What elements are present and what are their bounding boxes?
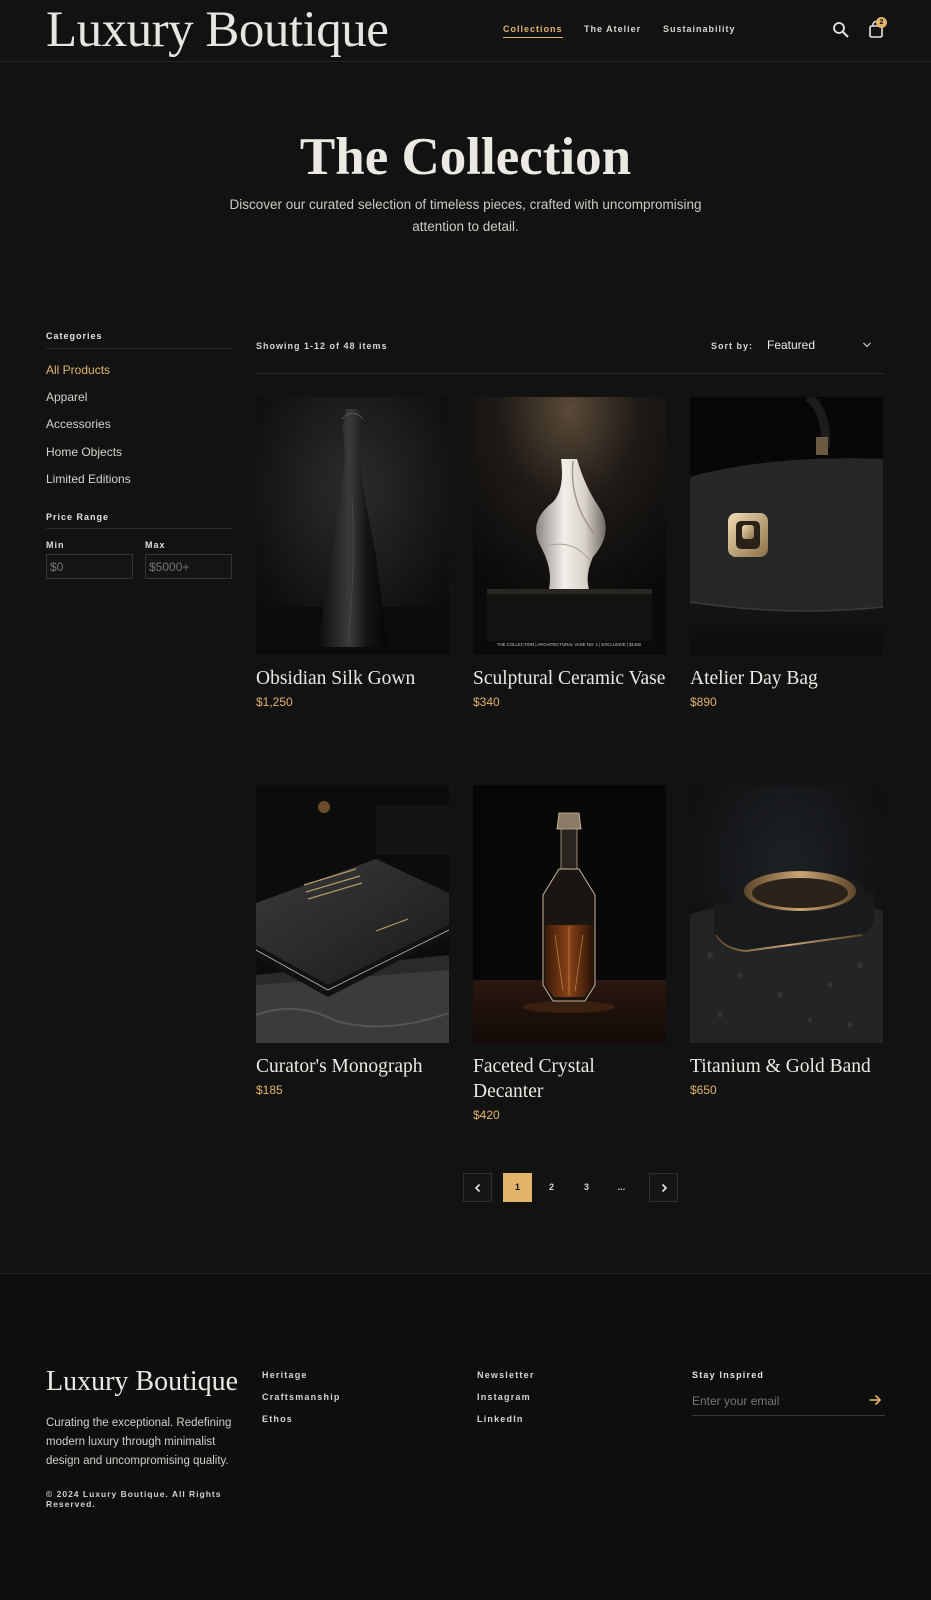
product-card[interactable]: Faceted Crystal Decanter $420 (473, 785, 666, 1122)
product-price: $650 (690, 1083, 717, 1097)
footer-link-instagram[interactable]: Instagram (477, 1392, 531, 1402)
brand-logo[interactable]: Luxury Boutique (46, 0, 389, 60)
product-image[interactable] (690, 397, 883, 655)
nav-atelier[interactable]: The Atelier (584, 24, 641, 34)
pagination-page-2[interactable]: 2 (537, 1173, 566, 1202)
product-image[interactable]: THE COLLECTION | ARCHITECTURAL VASE NO. … (473, 397, 666, 655)
footer-brand[interactable]: Luxury Boutique (46, 1366, 238, 1398)
product-card[interactable]: THE COLLECTION | ARCHITECTURAL VASE NO. … (473, 397, 666, 709)
product-price: $420 (473, 1108, 500, 1122)
results-count: Showing 1-12 of 48 items (256, 341, 388, 351)
site-footer: Luxury Boutique Curating the exceptional… (0, 1273, 931, 1600)
pagination-next[interactable] (649, 1173, 678, 1202)
product-price: $340 (473, 695, 500, 709)
price-range-heading: Price Range (46, 512, 110, 522)
footer-link-newsletter[interactable]: Newsletter (477, 1370, 535, 1380)
product-name[interactable]: Atelier Day Bag (690, 666, 883, 691)
min-label: Min (46, 540, 65, 550)
divider (46, 528, 232, 529)
max-label: Max (145, 540, 166, 550)
footer-copyright: © 2024 Luxury Boutique. All Rights Reser… (46, 1489, 222, 1509)
newsletter-email-input[interactable] (692, 1387, 885, 1416)
footer-link-ethos[interactable]: Ethos (262, 1414, 293, 1424)
nav-collections[interactable]: Collections (503, 24, 563, 38)
footer-link-craftsmanship[interactable]: Craftsmanship (262, 1392, 341, 1402)
sort-select[interactable]: Featured (767, 338, 815, 352)
product-card[interactable]: Curator's Monograph $185 (256, 785, 449, 1097)
product-price: $890 (690, 695, 717, 709)
category-limited-editions[interactable]: Limited Editions (46, 472, 131, 486)
newsletter-heading: Stay Inspired (692, 1370, 765, 1380)
min-price-input[interactable] (46, 554, 133, 579)
product-name[interactable]: Titanium & Gold Band (690, 1054, 883, 1079)
chevron-left-icon (474, 1183, 480, 1193)
cart-count-badge: 2 (876, 17, 887, 28)
site-header: Luxury Boutique Collections The Atelier … (0, 0, 931, 62)
page-subtitle: Discover our curated selection of timele… (229, 197, 702, 234)
pagination-prev[interactable] (463, 1173, 492, 1202)
page-title: The Collection (299, 128, 632, 186)
product-image[interactable] (690, 785, 883, 1043)
product-name[interactable]: Faceted Crystal Decanter (473, 1054, 666, 1104)
footer-link-heritage[interactable]: Heritage (262, 1370, 308, 1380)
product-card[interactable]: Titanium & Gold Band $650 (690, 785, 883, 1097)
product-price: $1,250 (256, 695, 293, 709)
product-card[interactable]: Atelier Day Bag $890 (690, 397, 883, 709)
product-price: $185 (256, 1083, 283, 1097)
category-home-objects[interactable]: Home Objects (46, 445, 122, 459)
search-icon[interactable] (831, 20, 851, 40)
product-image[interactable] (256, 397, 449, 655)
chevron-down-icon[interactable] (862, 340, 872, 350)
categories-heading: Categories (46, 331, 103, 341)
footer-link-linkedin[interactable]: LinkedIn (477, 1414, 524, 1424)
category-all-products[interactable]: All Products (46, 363, 110, 377)
pagination-ellipsis: ... (617, 1182, 626, 1192)
product-image[interactable] (256, 785, 449, 1043)
product-card[interactable]: Obsidian Silk Gown $1,250 (256, 397, 449, 709)
vase-caption: THE COLLECTION | ARCHITECTURAL VASE NO. … (497, 642, 642, 647)
sort-label: Sort by: (711, 341, 754, 351)
divider (46, 348, 232, 349)
product-name[interactable]: Sculptural Ceramic Vase (473, 666, 666, 691)
chevron-right-icon (661, 1183, 667, 1193)
product-name[interactable]: Curator's Monograph (256, 1054, 449, 1079)
category-accessories[interactable]: Accessories (46, 417, 111, 431)
category-apparel[interactable]: Apparel (46, 390, 87, 404)
arrow-right-icon[interactable] (868, 1393, 882, 1407)
product-name[interactable]: Obsidian Silk Gown (256, 666, 449, 691)
max-price-input[interactable] (145, 554, 232, 579)
nav-sustainability[interactable]: Sustainability (663, 24, 736, 34)
footer-description: Curating the exceptional. Redefining mod… (46, 1417, 232, 1467)
product-image[interactable] (473, 785, 666, 1043)
divider (256, 373, 885, 374)
pagination-page-3[interactable]: 3 (572, 1173, 601, 1202)
pagination-page-1[interactable]: 1 (503, 1173, 532, 1202)
